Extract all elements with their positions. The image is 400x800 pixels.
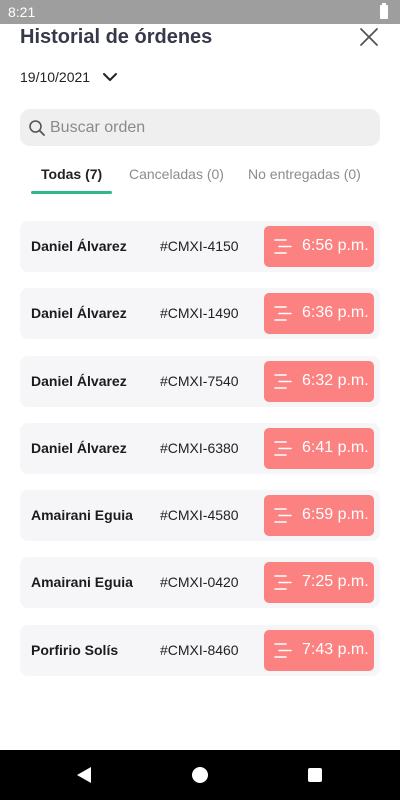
order-time: 7:25 p.m. xyxy=(302,573,369,590)
page-title: Historial de órdenes xyxy=(20,26,213,48)
order-lines-icon xyxy=(274,306,292,321)
order-time: 6:41 p.m. xyxy=(302,439,369,456)
order-id: #CMXI-4150 xyxy=(160,238,239,254)
system-nav-bar xyxy=(0,750,400,800)
tab-canceladas[interactable]: Canceladas (0) xyxy=(129,166,224,182)
order-row[interactable]: Amairani Eguia #CMXI-0420 7:25 p.m. xyxy=(20,557,380,608)
order-row[interactable]: Porfirio Solís #CMXI-8460 7:43 p.m. xyxy=(20,625,380,676)
order-lines-icon xyxy=(274,508,292,523)
order-id: #CMXI-0420 xyxy=(160,574,239,590)
order-time: 6:36 p.m. xyxy=(302,304,369,321)
search-bar[interactable] xyxy=(20,109,380,146)
order-row[interactable]: Daniel Álvarez #CMXI-4150 6:56 p.m. xyxy=(20,221,380,272)
order-id: #CMXI-4580 xyxy=(160,507,239,523)
order-id: #CMXI-1490 xyxy=(160,305,239,321)
status-bar: 8:21 xyxy=(0,0,400,24)
customer-name: Daniel Álvarez xyxy=(31,440,127,456)
customer-name: Daniel Álvarez xyxy=(31,305,127,321)
order-lines-icon xyxy=(274,374,292,389)
customer-name: Amairani Eguia xyxy=(31,574,133,590)
order-row[interactable]: Daniel Álvarez #CMXI-6380 6:41 p.m. xyxy=(20,423,380,474)
order-time-button[interactable]: 6:32 p.m. xyxy=(264,361,374,402)
order-id: #CMXI-6380 xyxy=(160,440,239,456)
order-time-button[interactable]: 6:36 p.m. xyxy=(264,293,374,334)
order-time-button[interactable]: 6:59 p.m. xyxy=(264,495,374,536)
customer-name: Daniel Álvarez xyxy=(31,373,127,389)
search-icon xyxy=(29,119,45,136)
order-row[interactable]: Daniel Álvarez #CMXI-7540 6:32 p.m. xyxy=(20,356,380,407)
home-icon[interactable] xyxy=(192,767,208,783)
battery-icon xyxy=(380,3,388,19)
order-id: #CMXI-8460 xyxy=(160,642,239,658)
customer-name: Amairani Eguia xyxy=(31,507,133,523)
order-row[interactable]: Amairani Eguia #CMXI-4580 6:59 p.m. xyxy=(20,490,380,541)
order-lines-icon xyxy=(274,239,292,254)
tab-bar: Todas (7) Canceladas (0) No entregadas (… xyxy=(0,160,400,196)
search-input[interactable] xyxy=(50,118,370,137)
customer-name: Porfirio Solís xyxy=(31,642,119,658)
date-selector[interactable]: 19/10/2021 xyxy=(20,66,118,88)
order-time: 7:43 p.m. xyxy=(302,641,369,658)
close-button[interactable] xyxy=(356,24,382,50)
order-lines-icon xyxy=(274,643,292,658)
tab-no-entregadas[interactable]: No entregadas (0) xyxy=(248,166,361,182)
close-icon xyxy=(360,28,378,46)
active-tab-indicator xyxy=(31,191,112,194)
recents-icon[interactable] xyxy=(308,768,322,782)
order-time-button[interactable]: 7:43 p.m. xyxy=(264,630,374,671)
back-icon[interactable] xyxy=(76,766,92,784)
status-time: 8:21 xyxy=(8,4,36,20)
order-time: 6:56 p.m. xyxy=(302,237,369,254)
order-time-button[interactable]: 7:25 p.m. xyxy=(264,562,374,603)
order-time: 6:59 p.m. xyxy=(302,506,369,523)
order-row[interactable]: Daniel Álvarez #CMXI-1490 6:36 p.m. xyxy=(20,288,380,339)
customer-name: Daniel Álvarez xyxy=(31,238,127,254)
order-time: 6:32 p.m. xyxy=(302,372,369,389)
order-id: #CMXI-7540 xyxy=(160,373,239,389)
order-lines-icon xyxy=(274,441,292,456)
date-value: 19/10/2021 xyxy=(20,69,91,85)
chevron-down-icon xyxy=(103,73,118,81)
tab-todas[interactable]: Todas (7) xyxy=(41,166,102,182)
order-time-button[interactable]: 6:56 p.m. xyxy=(264,226,374,267)
order-time-button[interactable]: 6:41 p.m. xyxy=(264,428,374,469)
order-lines-icon xyxy=(274,575,292,590)
